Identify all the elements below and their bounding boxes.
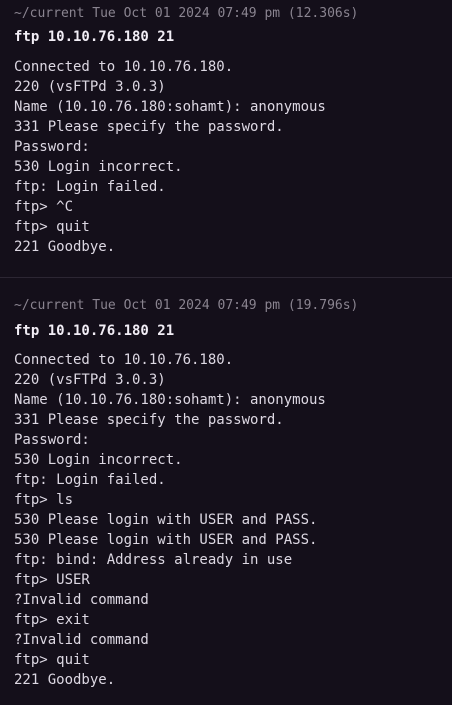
command-output: Connected to 10.10.76.180. 220 (vsFTPd 3.… xyxy=(14,57,326,257)
output-line: ?Invalid command xyxy=(14,632,149,648)
output-line: ?Invalid command xyxy=(14,592,149,608)
output-line: 530 Please login with USER and PASS. xyxy=(14,532,318,548)
output-line: 530 Login incorrect. xyxy=(14,159,183,175)
block-header: ~/current Tue Oct 01 2024 07:49 pm (19.7… xyxy=(14,298,359,313)
output-line: 530 Login incorrect. xyxy=(14,452,183,468)
output-line: 530 Please login with USER and PASS. xyxy=(14,512,318,528)
output-line: ftp: Login failed. xyxy=(14,472,166,488)
command-output: Connected to 10.10.76.180. 220 (vsFTPd 3.… xyxy=(14,350,326,690)
command-block-2[interactable]: ~/current Tue Oct 01 2024 07:49 pm (19.7… xyxy=(0,278,452,705)
output-line: 220 (vsFTPd 3.0.3) xyxy=(14,79,166,95)
output-line: 221 Goodbye. xyxy=(14,672,116,688)
output-line: ftp> quit xyxy=(14,652,90,668)
output-line: 220 (vsFTPd 3.0.3) xyxy=(14,372,166,388)
output-line: Connected to 10.10.76.180. xyxy=(14,352,234,368)
command-text: ftp 10.10.76.180 21 xyxy=(14,323,175,339)
output-line: Name (10.10.76.180:sohamt): anonymous xyxy=(14,392,326,408)
output-line: Password: xyxy=(14,139,90,155)
output-line: ftp> ^C xyxy=(14,199,74,215)
output-line: ftp> exit xyxy=(14,612,90,628)
command-block-1[interactable]: ~/current Tue Oct 01 2024 07:49 pm (12.3… xyxy=(0,0,452,277)
output-line: 331 Please specify the password. xyxy=(14,412,284,428)
output-line: Name (10.10.76.180:sohamt): anonymous xyxy=(14,99,326,115)
command-text: ftp 10.10.76.180 21 xyxy=(14,29,175,45)
output-line: 221 Goodbye. xyxy=(14,239,116,255)
output-line: 331 Please specify the password. xyxy=(14,119,284,135)
block-header: ~/current Tue Oct 01 2024 07:49 pm (12.3… xyxy=(14,6,359,21)
output-line: Connected to 10.10.76.180. xyxy=(14,59,234,75)
output-line: ftp> USER xyxy=(14,572,90,588)
output-line: ftp> ls xyxy=(14,492,74,508)
output-line: ftp> quit xyxy=(14,219,90,235)
output-line: ftp: bind: Address already in use xyxy=(14,552,293,568)
output-line: ftp: Login failed. xyxy=(14,179,166,195)
output-line: Password: xyxy=(14,432,90,448)
